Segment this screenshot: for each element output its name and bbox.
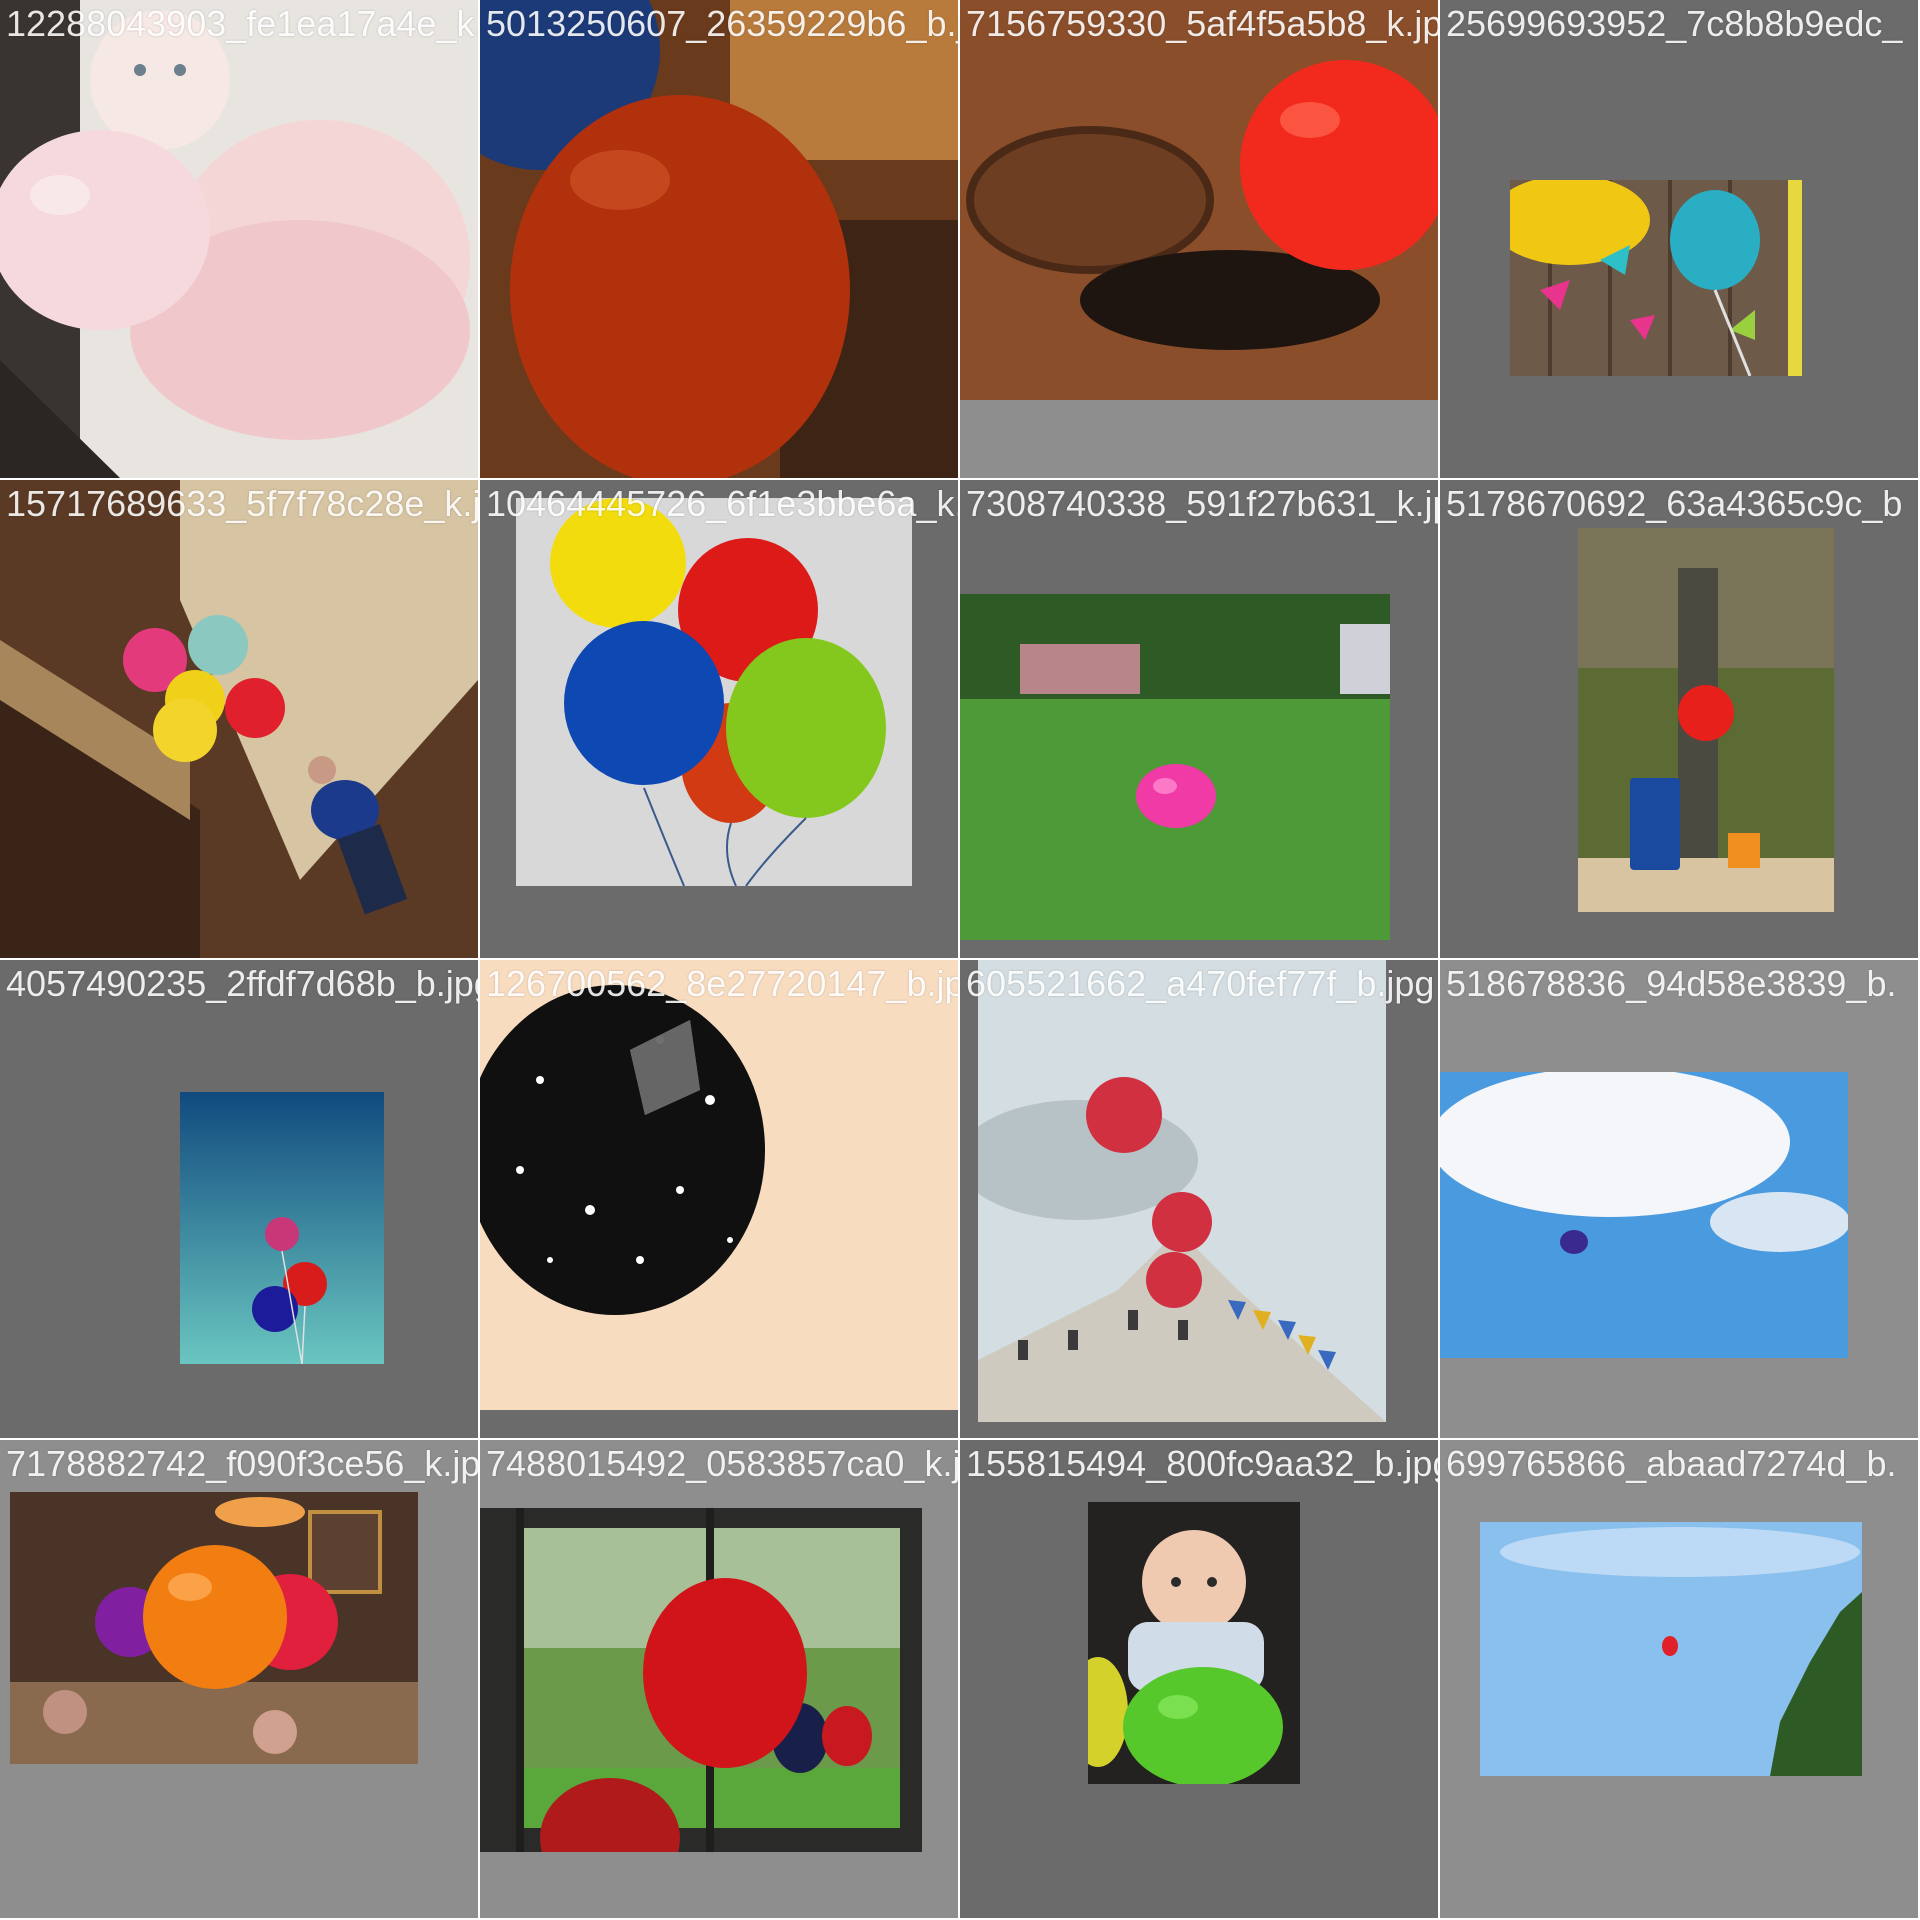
tile-filename: 699765866_abaad7274d_b. [1446, 1443, 1897, 1484]
image-tile[interactable]: 7156759330_5af4f5a5b8_k.jpg [960, 0, 1438, 478]
image-tile[interactable]: 155815494_800fc9aa32_b.jpg [960, 1440, 1438, 1918]
photo-red-balloon-closeup [480, 0, 958, 478]
photo-three-balloons-sky [180, 1092, 384, 1364]
image-tile[interactable]: 518678836_94d58e3839_b. [1440, 960, 1918, 1438]
image-tile[interactable]: 4057490235_2ffdf7d68b_b.jpg [0, 960, 478, 1438]
photo-baby-pink-balloon [0, 0, 478, 478]
image-tile[interactable]: 15717689633_5f7f78c28e_k.jpg [0, 480, 478, 958]
tile-filename: 7156759330_5af4f5a5b8_k.jpg [966, 3, 1438, 44]
tile-filename: 7488015492_0583857ca0_k.jpg [486, 1443, 958, 1484]
photo-party-restaurant [10, 1492, 418, 1764]
image-tile[interactable]: 7178882742_f090f3ce56_k.jpg [0, 1440, 478, 1918]
photo-teal-balloon-feathers [1510, 180, 1802, 376]
image-tile[interactable]: 7488015492_0583857ca0_k.jpg [480, 1440, 958, 1918]
tile-filename: 605521662_a470fef77f_b.jpg [966, 963, 1435, 1004]
image-tile[interactable]: 605521662_a470fef77f_b.jpg [960, 960, 1438, 1438]
image-tile[interactable]: 126700562_8e27720147_b.jpg [480, 960, 958, 1438]
tile-filename: 4057490235_2ffdf7d68b_b.jpg [6, 963, 478, 1004]
photo-red-balloon-street [960, 0, 1438, 478]
tile-filename: 518678836_94d58e3839_b. [1446, 963, 1897, 1004]
image-tile[interactable]: 7308740338_591f27b631_k.jpg [960, 480, 1438, 958]
photo-red-balloon-blue-sky [1480, 1522, 1862, 1776]
tile-filename: 5178670692_63a4365c9c_b [1446, 483, 1903, 524]
tile-filename: 155815494_800fc9aa32_b.jpg [966, 1443, 1438, 1484]
photo-child-balloon-bunch [0, 480, 478, 958]
photo-baby-green-balloon [1088, 1502, 1300, 1784]
image-tile[interactable]: 12288043903_fe1ea17a4e_k.jpg [0, 0, 478, 478]
tile-filename: 15717689633_5f7f78c28e_k.jpg [6, 483, 478, 524]
tile-filename: 12288043903_fe1ea17a4e_k.jpg [6, 3, 478, 44]
photo-pink-balloon-grass [960, 594, 1390, 940]
image-tile[interactable]: 5013250607_26359229b6_b.jpg [480, 0, 958, 478]
tile-filename: 126700562_8e27720147_b.jpg [486, 963, 958, 1004]
image-tile[interactable]: 5178670692_63a4365c9c_b [1440, 480, 1918, 958]
photo-red-balloon-luggage [1578, 528, 1834, 912]
image-tile[interactable]: 699765866_abaad7274d_b. [1440, 1440, 1918, 1918]
tile-filename: 10464445726_6f1e3bbe6a_k.jpg [486, 483, 958, 524]
tile-filename: 7178882742_f090f3ce56_k.jpg [6, 1443, 478, 1484]
tile-filename: 5013250607_26359229b6_b.jpg [486, 3, 958, 44]
photo-four-balloons [516, 498, 912, 886]
tile-filename: 7308740338_591f27b631_k.jpg [966, 483, 1438, 524]
photo-new-year-balloon [480, 960, 958, 1410]
photo-blue-balloon-sky [1440, 1072, 1848, 1358]
image-tile[interactable]: 10464445726_6f1e3bbe6a_k.jpg [480, 480, 958, 958]
photo-red-balloons-window [480, 1508, 922, 1852]
tile-filename: 25699693952_7c8b8b9edc_ [1446, 3, 1903, 44]
image-grid: 12288043903_fe1ea17a4e_k.jpg 5013250607_… [0, 0, 1920, 1920]
image-tile[interactable]: 25699693952_7c8b8b9edc_ [1440, 0, 1918, 478]
photo-balloons-over-building [978, 960, 1386, 1422]
